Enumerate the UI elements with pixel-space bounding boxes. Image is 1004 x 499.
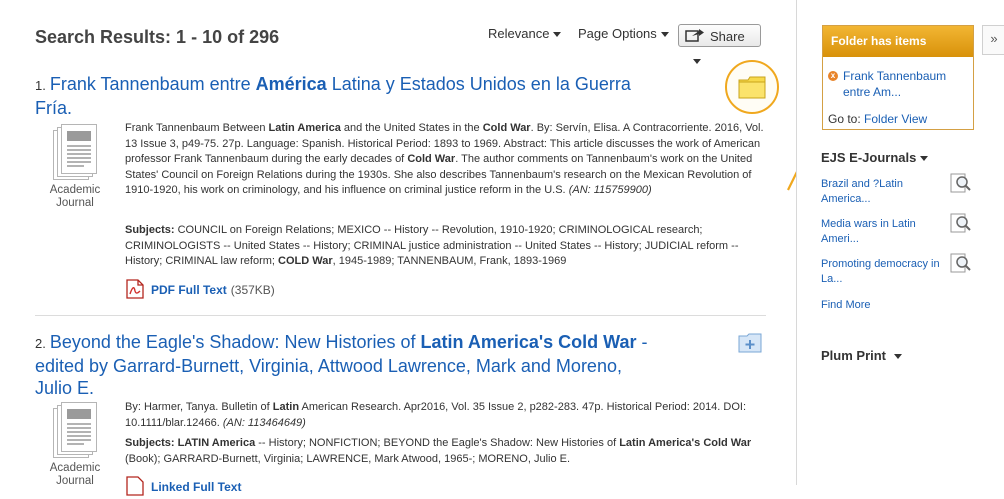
result-item-2: 2. Beyond the Eagle's Shadow: New Histori… bbox=[35, 331, 655, 399]
results-count-title: Search Results: 1 - 10 of 296 bbox=[35, 27, 280, 47]
plum-print-dropdown[interactable]: Plum Print bbox=[821, 348, 903, 363]
share-button[interactable]: Share bbox=[678, 24, 761, 65]
result-number: 2. bbox=[35, 336, 46, 351]
add-to-folder-icon[interactable] bbox=[738, 333, 762, 358]
folder-widget: Folder has items x Frank Tannenbaum entr… bbox=[822, 25, 974, 130]
share-icon bbox=[685, 26, 705, 49]
page-options-dropdown[interactable]: Page Options bbox=[578, 26, 669, 41]
folder-view-link[interactable]: Folder View bbox=[864, 112, 927, 126]
result-title-2[interactable]: 2. Beyond the Eagle's Shadow: New Histori… bbox=[35, 331, 655, 399]
chevron-down-icon bbox=[660, 32, 669, 38]
collapse-sidebar-button[interactable]: » bbox=[982, 25, 1004, 55]
result-title-1[interactable]: 1. Frank Tannenbaum entre América Latina … bbox=[35, 73, 655, 119]
goto-label: Go to: bbox=[828, 112, 861, 126]
document-stack-icon bbox=[51, 124, 99, 184]
chevron-down-icon bbox=[894, 354, 903, 360]
result-abstract-2: By: Harmer, Tanya. Bulletin of Latin Ame… bbox=[125, 401, 747, 429]
result-number: 1. bbox=[35, 78, 46, 93]
chevron-down-icon bbox=[693, 59, 701, 65]
pdf-full-text-link[interactable]: PDF Full Text (357KB) bbox=[125, 279, 275, 302]
result-item-1: 1. Frank Tannenbaum entre América Latina … bbox=[35, 73, 655, 119]
result-subjects-1: Subjects: COUNCIL on Foreign Relations; … bbox=[125, 224, 739, 268]
title-highlight[interactable]: Latin America's Cold War bbox=[420, 332, 636, 352]
linked-full-text-link[interactable]: Linked Full Text bbox=[125, 476, 241, 499]
magnifier-icon[interactable] bbox=[950, 252, 972, 279]
document-type-academic-journal[interactable]: Academic Journal bbox=[47, 402, 103, 488]
result-divider bbox=[35, 315, 766, 316]
document-type-label: Academic Journal bbox=[49, 462, 101, 487]
share-label: Share bbox=[710, 29, 745, 44]
linked-full-text-icon bbox=[125, 476, 145, 499]
result-abstract-1: Frank Tannenbaum Between Latin America a… bbox=[125, 122, 764, 197]
ejs-item[interactable]: Promoting democracy in La... bbox=[821, 257, 946, 287]
chevron-down-icon bbox=[553, 32, 562, 38]
relevance-dropdown[interactable]: Relevance bbox=[488, 26, 562, 41]
ejs-header-label: EJS E-Journals bbox=[821, 150, 917, 165]
folder-goto: Go to: Folder View bbox=[828, 112, 927, 126]
pdf-file-size: (357KB) bbox=[230, 282, 275, 297]
double-chevron-right-icon: » bbox=[990, 31, 998, 46]
remove-icon[interactable]: x bbox=[828, 71, 838, 81]
title-text[interactable]: Beyond the Eagle's Shadow: New Histories… bbox=[50, 332, 421, 352]
pdf-icon bbox=[125, 279, 145, 302]
subjects-label: Subjects: bbox=[125, 224, 175, 236]
document-stack-icon bbox=[51, 402, 99, 462]
linked-full-text-label[interactable]: Linked Full Text bbox=[151, 480, 241, 494]
ejs-item[interactable]: Brazil and ?Latin America... bbox=[821, 177, 946, 207]
document-type-academic-journal[interactable]: Academic Journal bbox=[47, 124, 103, 210]
document-type-label: Academic Journal bbox=[49, 184, 101, 209]
ejs-item[interactable]: Media wars in Latin Ameri... bbox=[821, 217, 946, 247]
title-text[interactable]: Frank Tannenbaum entre bbox=[50, 74, 256, 94]
relevance-label: Relevance bbox=[488, 26, 550, 41]
plum-print-label: Plum Print bbox=[821, 348, 887, 363]
magnifier-icon[interactable] bbox=[950, 212, 972, 239]
pdf-full-text-label[interactable]: PDF Full Text bbox=[151, 283, 227, 297]
ejs-ejournals-dropdown[interactable]: EJS E-Journals bbox=[821, 150, 929, 165]
results-panel: Search Results: 1 - 10 of 296 Relevance … bbox=[0, 0, 822, 496]
title-highlight[interactable]: América bbox=[256, 74, 327, 94]
folder-added-indicator[interactable] bbox=[725, 60, 779, 114]
magnifier-icon[interactable] bbox=[950, 172, 972, 199]
page-options-label: Page Options bbox=[578, 26, 657, 41]
folder-header: Folder has items bbox=[823, 26, 973, 57]
subjects-label: Subjects: bbox=[125, 437, 175, 449]
folder-icon bbox=[738, 75, 766, 104]
chevron-down-icon bbox=[920, 156, 929, 162]
result-subjects-2: Subjects: LATIN America -- History; NONF… bbox=[125, 437, 752, 465]
find-more-link[interactable]: Find More bbox=[821, 299, 871, 311]
folder-item-link[interactable]: Frank Tannenbaum entre Am... bbox=[843, 68, 968, 100]
